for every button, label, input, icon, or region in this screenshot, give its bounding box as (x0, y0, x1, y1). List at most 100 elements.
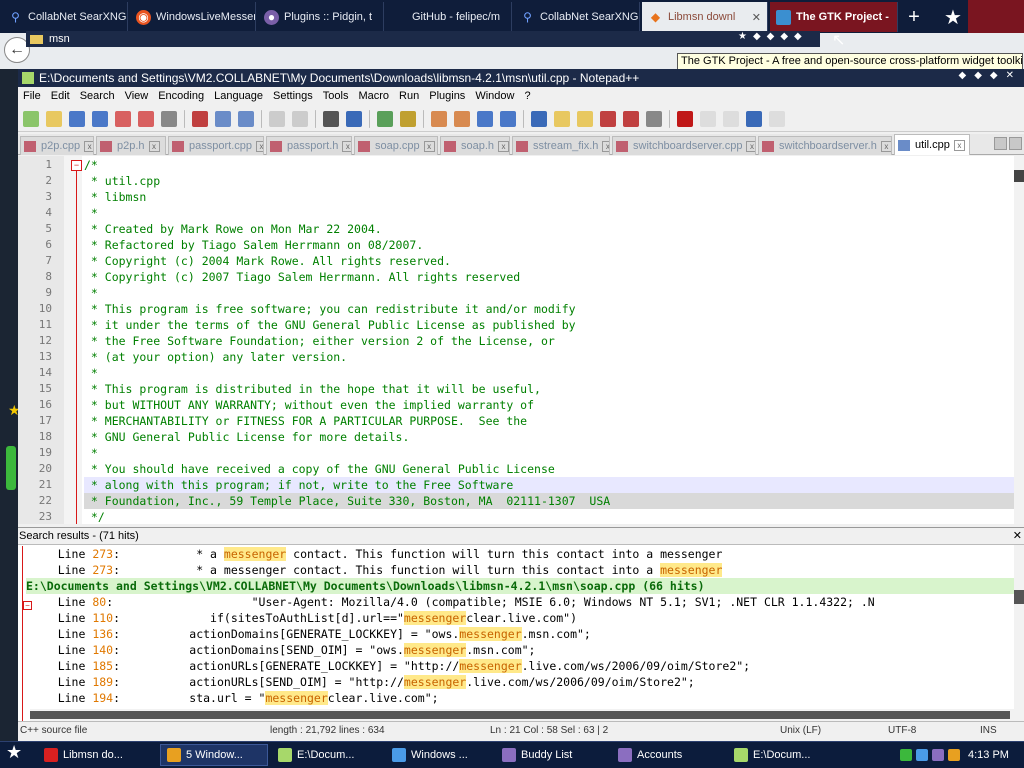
fold-toggle-icon[interactable]: − (71, 160, 82, 171)
menu-view[interactable]: View (120, 90, 154, 102)
code-line[interactable]: * You should have received a copy of the… (84, 461, 1014, 477)
function-list-icon[interactable] (600, 110, 616, 127)
monitor-icon[interactable] (646, 110, 662, 127)
folder-workspace-icon[interactable] (623, 110, 639, 127)
taskbar-item[interactable]: Libmsn do... (38, 744, 156, 766)
word-wrap-icon[interactable] (477, 110, 493, 127)
close-icon[interactable]: x (880, 140, 891, 152)
new-tab-button[interactable]: + (900, 2, 928, 32)
code-line[interactable]: * (84, 285, 1014, 301)
sync-vertical-icon[interactable] (431, 110, 447, 127)
save-icon[interactable] (69, 110, 85, 127)
run-macro-multiple-icon[interactable] (746, 110, 762, 127)
search-result-row[interactable]: Line 80: "User-Agent: Mozilla/4.0 (compa… (30, 594, 1010, 610)
close-icon[interactable]: x (148, 140, 160, 152)
browser-tab[interactable]: ◆ Libmsn downl ✕ (642, 2, 768, 32)
open-file-icon[interactable] (46, 110, 62, 127)
start-star-icon[interactable]: ★ (6, 742, 22, 763)
close-file-icon[interactable] (115, 110, 131, 127)
code-line[interactable]: * it under the terms of the GNU General … (84, 317, 1014, 333)
search-scrollbar[interactable] (1014, 545, 1024, 722)
editor-scrollbar[interactable] (1014, 156, 1024, 524)
code-line[interactable]: * but WITHOUT ANY WARRANTY; without even… (84, 397, 1014, 413)
taskbar-item[interactable]: E:\Docum... (728, 744, 858, 766)
record-macro-icon[interactable] (677, 110, 693, 127)
code-line[interactable]: * (84, 205, 1014, 221)
code-line[interactable]: * GNU General Public License for more de… (84, 429, 1014, 445)
volume-icon[interactable] (916, 749, 928, 761)
scrollbar-thumb[interactable] (1014, 170, 1024, 182)
scrollbar-thumb[interactable] (30, 711, 1010, 719)
doc-map-icon[interactable] (577, 110, 593, 127)
zoom-out-icon[interactable] (400, 110, 416, 127)
doc-tab[interactable]: passport.cpp x (168, 136, 264, 155)
search-result-row[interactable]: Line 140: actionDomains[SEND_OIM] = "ows… (30, 642, 1010, 658)
code-line[interactable]: * util.cpp (84, 173, 1014, 189)
close-icon[interactable]: x (342, 140, 351, 152)
code-line[interactable]: * Copyright (c) 2007 Tiago Salem Herrman… (84, 269, 1014, 285)
menu-tools[interactable]: Tools (318, 90, 354, 102)
find-icon[interactable] (323, 110, 339, 127)
search-result-row[interactable]: Line 194: sta.url = "messengerclear.live… (30, 690, 1010, 706)
browser-tab-active[interactable]: The GTK Project - (770, 2, 898, 32)
menu-edit[interactable]: Edit (46, 90, 75, 102)
search-result-row[interactable]: Line 110: if(sitesToAuthList[d].url=="me… (30, 610, 1010, 626)
tab-scroll-arrows[interactable] (994, 137, 1024, 151)
close-icon[interactable]: x (423, 140, 435, 152)
indent-guide-icon[interactable] (531, 110, 547, 127)
close-icon[interactable]: x (498, 140, 509, 152)
search-result-row[interactable]: Line 189: actionURLs[SEND_OIM] = "http:/… (30, 674, 1010, 690)
doc-tab[interactable]: soap.h x (440, 136, 510, 155)
doc-tab[interactable]: sstream_fix.h x (512, 136, 610, 155)
close-icon[interactable]: x (602, 140, 609, 152)
code-line[interactable]: * libmsn (84, 189, 1014, 205)
taskbar-item[interactable]: 5 Window... (160, 744, 268, 766)
doc-tab[interactable]: soap.cpp x (354, 136, 438, 155)
copy-icon[interactable] (215, 110, 231, 127)
code-line[interactable]: * MERCHANTABILITY or FITNESS FOR A PARTI… (84, 413, 1014, 429)
code-line[interactable]: /* (84, 157, 1014, 173)
search-result-row[interactable]: Line 273: * a messenger contact. This fu… (30, 562, 1010, 578)
doc-tab[interactable]: p2p.h x (96, 136, 166, 155)
window-buttons[interactable]: ◆◆◆✕ (959, 70, 1022, 81)
code-line[interactable]: * Created by Mark Rowe on Mon Mar 22 200… (84, 221, 1014, 237)
scrollbar-thumb[interactable] (1014, 590, 1024, 604)
close-icon[interactable]: x (84, 140, 93, 152)
close-icon[interactable]: x (255, 140, 263, 152)
code-line[interactable]: * Foundation, Inc., 59 Temple Place, Sui… (84, 493, 1014, 509)
doc-tab[interactable]: switchboardserver.cpp x (612, 136, 756, 155)
menu-file[interactable]: File (18, 90, 46, 102)
doc-tab[interactable]: passport.h x (266, 136, 352, 155)
save-all-icon[interactable] (92, 110, 108, 127)
code-line[interactable]: * (84, 445, 1014, 461)
new-file-icon[interactable] (23, 110, 39, 127)
menu-language[interactable]: Language (209, 90, 268, 102)
save-macro-icon[interactable] (769, 110, 785, 127)
cut-icon[interactable] (192, 110, 208, 127)
browser-tab[interactable]: ⚲ CollabNet SearXNG (514, 2, 640, 32)
menu-macro[interactable]: Macro (353, 90, 394, 102)
sync-horizontal-icon[interactable] (454, 110, 470, 127)
search-icon[interactable] (948, 749, 960, 761)
menu-settings[interactable]: Settings (268, 90, 318, 102)
play-macro-icon[interactable] (723, 110, 739, 127)
redo-icon[interactable] (292, 110, 308, 127)
search-result-row[interactable]: Line 136: actionDomains[GENERATE_LOCKKEY… (30, 626, 1010, 642)
browser-tab[interactable]: ● Plugins :: Pidgin, t (258, 2, 384, 32)
browser-tab[interactable]: GitHub - felipec/m (386, 2, 512, 32)
search-hscrollbar[interactable] (30, 709, 1014, 721)
taskbar-item[interactable]: Windows ... (386, 744, 492, 766)
doc-tab[interactable]: switchboardserver.h x (758, 136, 892, 155)
close-icon[interactable]: x (746, 140, 755, 152)
replace-icon[interactable] (346, 110, 362, 127)
star-icon[interactable]: ★ (938, 2, 968, 32)
code-editor[interactable]: − 1 /* 2 * util.cpp 3 * libmsn 4 * 5 * Create… (18, 156, 1024, 524)
menu-window[interactable]: Window (470, 90, 519, 102)
pidgin-tray-icon[interactable] (932, 749, 944, 761)
code-line[interactable]: * This program is free software; you can… (84, 301, 1014, 317)
code-line[interactable]: * the Free Software Foundation; either v… (84, 333, 1014, 349)
show-all-chars-icon[interactable] (500, 110, 516, 127)
paste-icon[interactable] (238, 110, 254, 127)
search-result-row[interactable]: Line 273: * a messenger contact. This fu… (30, 546, 1010, 562)
network-icon[interactable] (900, 749, 912, 761)
